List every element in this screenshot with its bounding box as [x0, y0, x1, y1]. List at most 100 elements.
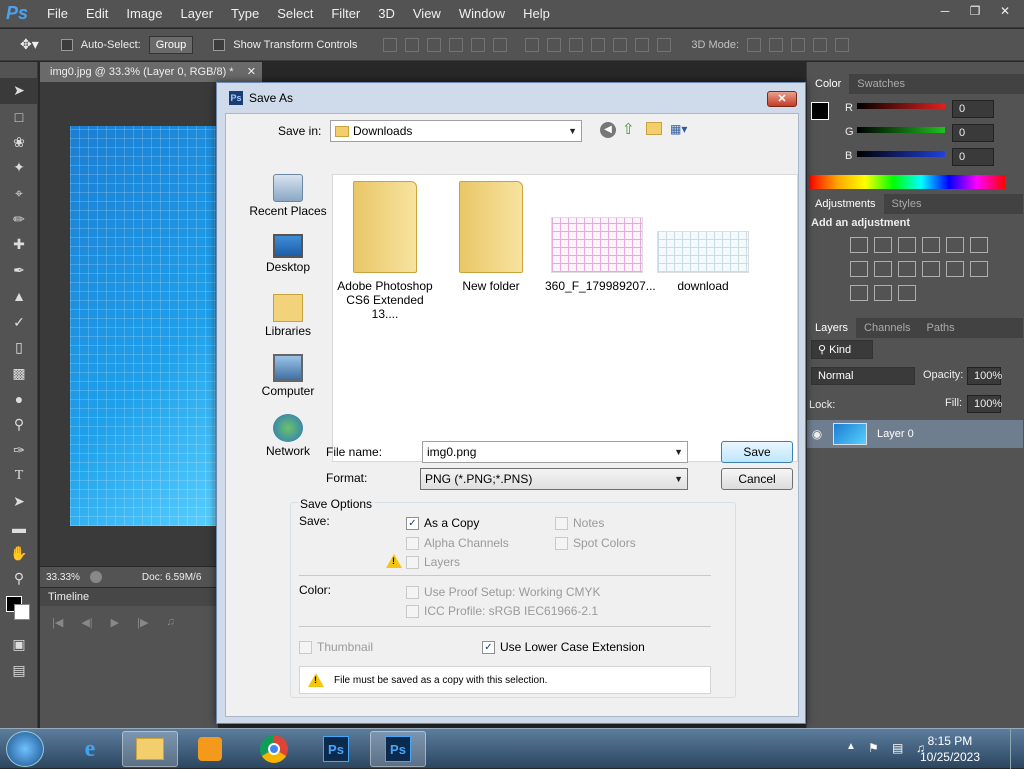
audio-icon[interactable]: ♫ — [166, 616, 174, 629]
align-icon[interactable] — [493, 37, 508, 52]
visibility-eye-icon[interactable]: ◉ — [807, 427, 827, 441]
opacity-value[interactable]: 100% — [967, 367, 1002, 385]
file-item[interactable]: New folder — [439, 181, 543, 293]
media-player-icon[interactable] — [182, 731, 238, 767]
menu-edit[interactable]: Edit — [77, 0, 117, 28]
gradient-map-icon[interactable] — [898, 285, 916, 301]
proof-setup-checkbox[interactable]: Use Proof Setup: Working CMYK — [406, 585, 601, 599]
screen-mode-icon[interactable]: ▤ — [0, 657, 38, 683]
type-tool-icon[interactable]: T — [0, 463, 38, 489]
back-icon[interactable]: ◀ — [600, 122, 616, 138]
prev-frame-icon[interactable]: ◀| — [81, 616, 92, 629]
menu-layer[interactable]: Layer — [172, 0, 223, 28]
brush-tool-icon[interactable]: ✒ — [0, 258, 38, 284]
tab-color[interactable]: Color — [807, 74, 850, 94]
thumbnail-checkbox[interactable]: Thumbnail — [299, 640, 373, 654]
dodge-tool-icon[interactable]: ⚲ — [0, 412, 38, 438]
transform-controls-checkbox[interactable] — [213, 38, 226, 51]
3d-roll-icon[interactable] — [769, 37, 784, 52]
status-menu-icon[interactable] — [89, 571, 102, 583]
invert-icon[interactable] — [970, 261, 988, 277]
eyedropper-tool-icon[interactable]: ✏ — [0, 206, 38, 232]
menu-file[interactable]: File — [38, 0, 77, 28]
color-swatch-icon[interactable] — [0, 592, 38, 632]
next-frame-icon[interactable]: |▶ — [137, 616, 148, 629]
notes-checkbox[interactable]: Notes — [555, 516, 604, 530]
icc-profile-checkbox[interactable]: ICC Profile: sRGB IEC61966-2.1 — [406, 604, 598, 618]
restore-icon[interactable]: ❐ — [960, 0, 990, 22]
auto-select-checkbox[interactable] — [60, 38, 73, 51]
tab-channels[interactable]: Channels — [856, 318, 918, 338]
spot-colors-checkbox[interactable]: Spot Colors — [555, 536, 636, 550]
align-icon[interactable] — [427, 37, 442, 52]
menu-select[interactable]: Select — [268, 0, 322, 28]
internet-explorer-icon[interactable]: e — [62, 731, 118, 767]
fill-value[interactable]: 100% — [967, 395, 1002, 413]
format-dropdown[interactable]: PNG (*.PNG;*.PNS) ▼ — [420, 468, 688, 490]
document-tab[interactable]: img0.jpg @ 33.3% (Layer 0, RGB/8) * ✕ — [40, 62, 262, 82]
channel-r-slider[interactable] — [857, 103, 945, 109]
posterize-icon[interactable] — [850, 285, 868, 301]
hand-tool-icon[interactable]: ✋ — [0, 540, 38, 566]
color-balance-icon[interactable] — [850, 261, 868, 277]
zoom-tool-icon[interactable]: ⚲ — [0, 566, 38, 592]
tab-layers[interactable]: Layers — [807, 318, 857, 338]
new-folder-icon[interactable] — [646, 122, 662, 135]
photoshop-taskbar-icon[interactable]: Ps — [370, 731, 426, 767]
distribute-icon[interactable] — [635, 37, 650, 52]
crop-tool-icon[interactable]: ⌖ — [0, 181, 38, 207]
first-frame-icon[interactable]: |◀ — [52, 616, 63, 629]
alpha-channels-checkbox[interactable]: Alpha Channels — [406, 536, 509, 550]
3d-rotate-icon[interactable] — [747, 37, 762, 52]
place-desktop[interactable]: Desktop — [240, 234, 336, 274]
threshold-icon[interactable] — [874, 285, 892, 301]
layer-filter-dropdown[interactable]: ⚲ Kind — [811, 340, 873, 359]
channel-g-slider[interactable] — [857, 127, 945, 133]
align-icon[interactable] — [449, 37, 464, 52]
save-in-dropdown[interactable]: Downloads ▼ — [330, 120, 582, 142]
lasso-tool-icon[interactable]: ❀ — [0, 129, 38, 155]
as-copy-checkbox[interactable]: ✓ As a Copy — [406, 516, 479, 530]
place-recent[interactable]: Recent Places — [240, 174, 336, 218]
move-tool-icon[interactable]: ➤ — [0, 78, 38, 104]
align-icon[interactable] — [405, 37, 420, 52]
black-white-icon[interactable] — [874, 261, 892, 277]
tab-adjustments[interactable]: Adjustments — [807, 194, 884, 214]
exposure-icon[interactable] — [922, 237, 940, 253]
channel-b-slider[interactable] — [857, 151, 945, 157]
levels-icon[interactable] — [874, 237, 892, 253]
network-tray-icon[interactable]: ▤ — [892, 741, 903, 755]
chrome-icon[interactable] — [246, 731, 302, 767]
gradient-tool-icon[interactable]: ▩ — [0, 361, 38, 387]
file-item[interactable]: download — [651, 181, 755, 293]
tab-paths[interactable]: Paths — [919, 318, 963, 338]
menu-view[interactable]: View — [404, 0, 450, 28]
close-icon[interactable]: ✕ — [990, 0, 1020, 22]
color-lookup-icon[interactable] — [946, 261, 964, 277]
layer-name[interactable]: Layer 0 — [877, 428, 914, 440]
distribute-icon[interactable] — [525, 37, 540, 52]
clock[interactable]: 8:15 PM 10/25/2023 — [920, 733, 980, 765]
menu-3d[interactable]: 3D — [369, 0, 404, 28]
cancel-button[interactable]: Cancel — [721, 468, 793, 490]
layer-row[interactable]: ◉ Layer 0 — [807, 420, 1023, 448]
path-select-tool-icon[interactable]: ➤ — [0, 489, 38, 515]
auto-select-dropdown[interactable]: Group — [148, 35, 194, 54]
channel-b-value[interactable]: 0 — [952, 148, 994, 166]
view-menu-icon[interactable]: ▦▾ — [670, 122, 694, 136]
place-network[interactable]: Network — [240, 414, 336, 458]
file-name-input[interactable]: img0.png ▼ — [422, 441, 688, 463]
save-button[interactable]: Save — [721, 441, 793, 463]
healing-brush-tool-icon[interactable]: ✚ — [0, 232, 38, 258]
photoshop-installer-icon[interactable]: Ps — [308, 731, 364, 767]
quick-select-tool-icon[interactable]: ✦ — [0, 155, 38, 181]
distribute-icon[interactable] — [569, 37, 584, 52]
close-tab-icon[interactable]: ✕ — [247, 62, 256, 82]
auto-align-icon[interactable] — [657, 37, 672, 52]
action-center-icon[interactable]: ⚑ — [868, 741, 879, 755]
start-button[interactable] — [6, 731, 44, 767]
clone-stamp-tool-icon[interactable]: ▲ — [0, 284, 38, 310]
quick-mask-icon[interactable]: ▣ — [0, 632, 38, 658]
menu-type[interactable]: Type — [222, 0, 268, 28]
eraser-tool-icon[interactable]: ▯ — [0, 335, 38, 361]
